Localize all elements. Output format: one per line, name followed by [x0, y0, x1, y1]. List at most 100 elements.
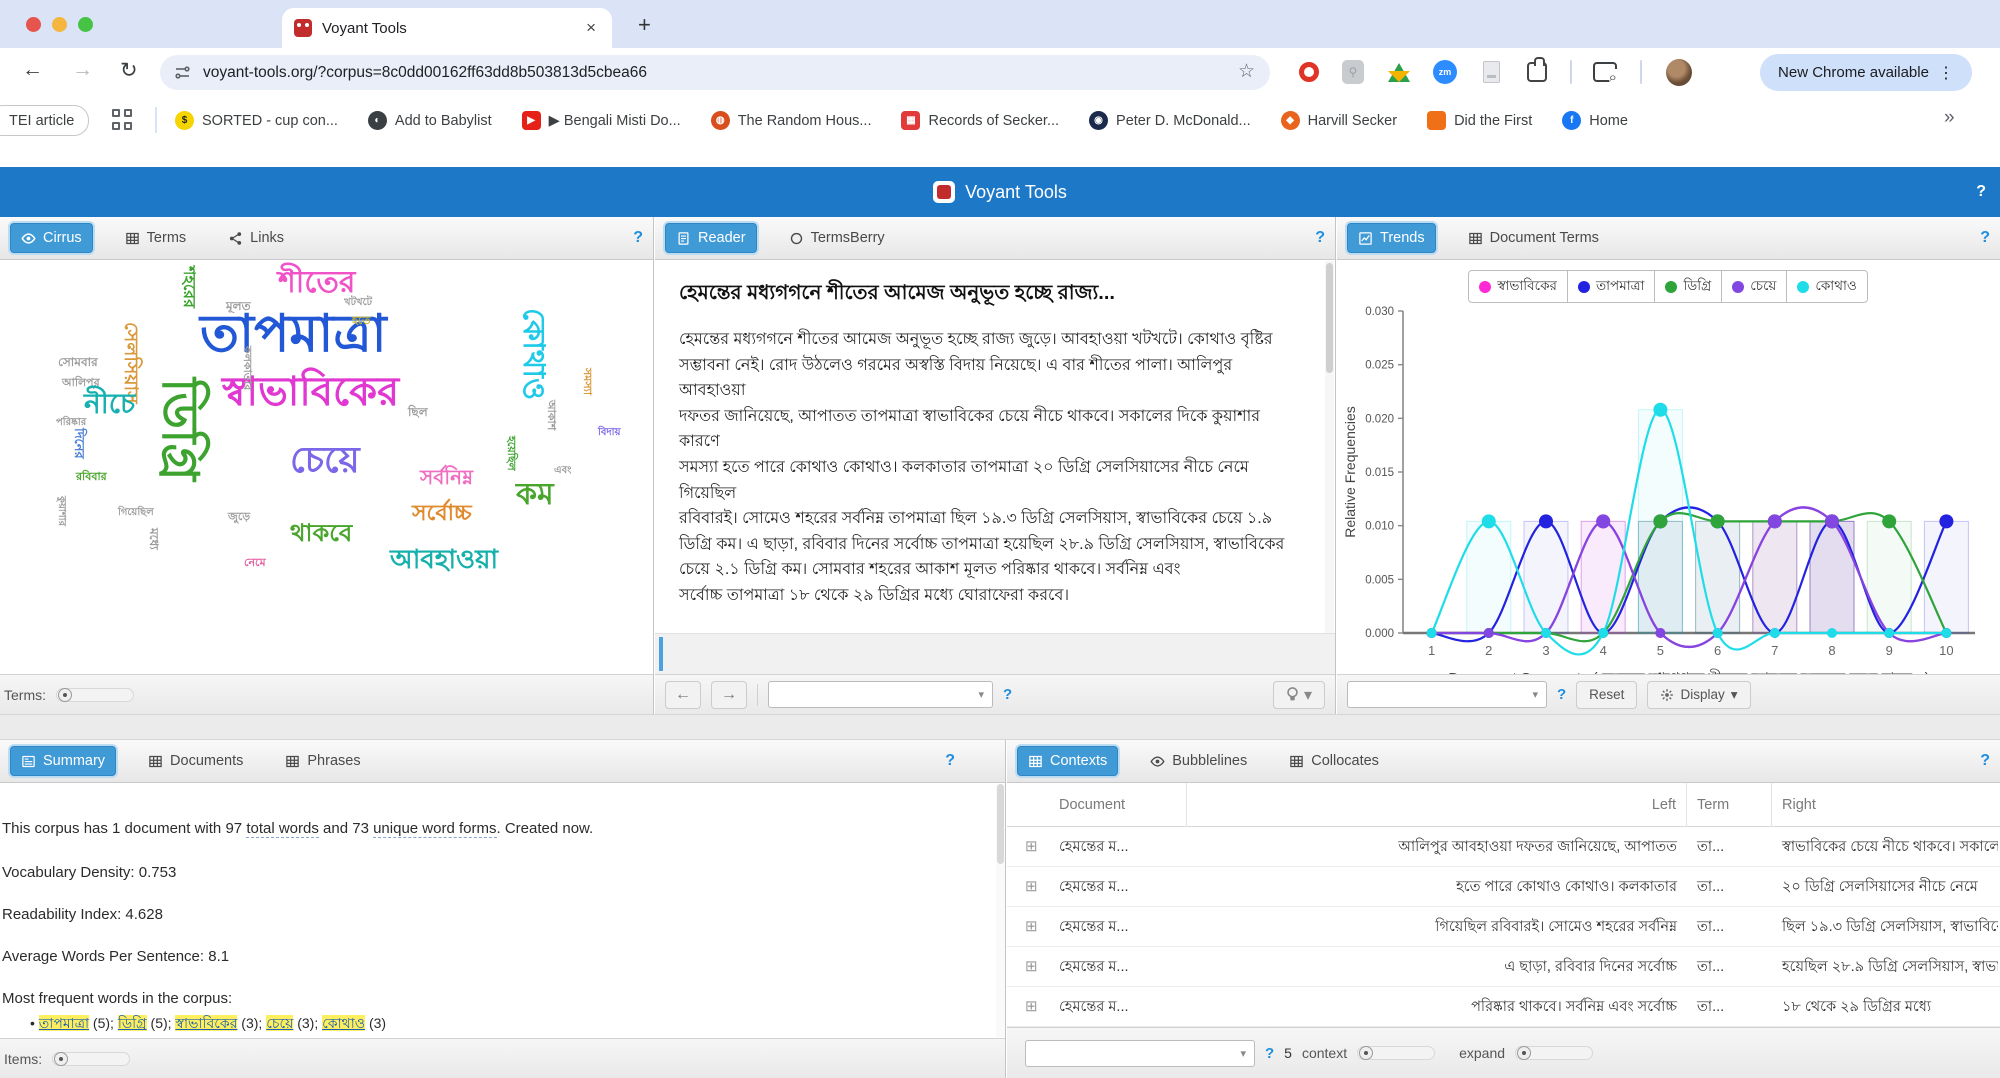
next-document-button[interactable]: →	[711, 681, 747, 709]
bookmark-item[interactable]: ▶▶ Bengali Misti Do...	[522, 111, 681, 130]
terms-slider[interactable]	[56, 688, 134, 702]
reload-icon[interactable]: ↻	[120, 58, 138, 83]
legend-item[interactable]: তাপমাত্রা	[1567, 270, 1655, 303]
profile-avatar[interactable]	[1666, 59, 1692, 85]
bookmark-tei-article[interactable]: TEI article	[0, 105, 89, 136]
frequent-word-link[interactable]: স্বাভাবিকের	[175, 1015, 237, 1031]
cloud-word[interactable]: খটখটে	[344, 298, 372, 308]
reset-button[interactable]: Reset	[1576, 681, 1637, 709]
legend-item[interactable]: স্বাভাবিকের	[1468, 270, 1568, 303]
tab-documents[interactable]: Documents	[138, 747, 253, 775]
tab-phrases[interactable]: Phrases	[275, 747, 370, 775]
cloud-word[interactable]: গিয়েছিল	[118, 508, 154, 518]
legend-item[interactable]: চেয়ে	[1721, 270, 1787, 303]
tab-bubblelines[interactable]: Bubblelines	[1140, 747, 1257, 775]
expand-row-icon[interactable]: ⊞	[1015, 947, 1045, 987]
cloud-word[interactable]: সর্বোচ্চ	[412, 502, 472, 524]
cloud-word[interactable]: ডিগ্রি	[155, 378, 205, 481]
context-slider[interactable]	[1357, 1046, 1435, 1060]
bookmark-item[interactable]: fHome	[1562, 111, 1628, 130]
reader-search-help-icon[interactable]: ?	[1003, 686, 1012, 703]
trends-search-help-icon[interactable]: ?	[1557, 686, 1566, 703]
tab-document-terms[interactable]: Document Terms	[1458, 224, 1609, 252]
bookmark-item[interactable]: $SORTED - cup con...	[175, 111, 338, 130]
column-header-term[interactable]: Term	[1687, 783, 1772, 827]
back-icon[interactable]: ←	[22, 58, 43, 82]
cloud-word[interactable]: পরিষ্কার	[56, 418, 86, 428]
bookmark-item[interactable]: ◆Harvill Secker	[1281, 111, 1397, 130]
cloud-word[interactable]: বিদায়	[598, 428, 620, 438]
cloud-word[interactable]: কম	[516, 480, 554, 510]
cloud-word[interactable]: সোমবার	[58, 356, 98, 368]
legend-item[interactable]: কোথাও	[1786, 270, 1867, 303]
total-words-link[interactable]: total words	[246, 820, 319, 838]
tab-links[interactable]: Links	[218, 224, 294, 252]
expand-row-icon[interactable]: ⊞	[1015, 987, 1045, 1027]
reader-position-strip[interactable]	[655, 633, 1335, 674]
cloud-word[interactable]: আবহাওয়া	[390, 546, 498, 572]
window-minimize-button[interactable]	[52, 17, 67, 32]
reader-search-combo[interactable]: ▾	[768, 681, 993, 708]
table-row[interactable]: ⊞হেমন্তের ম...পরিষ্কার থাকবে। সর্বনিম্ন …	[1007, 987, 2000, 1027]
forward-icon[interactable]: →	[72, 58, 93, 82]
drive-extension-icon[interactable]	[1386, 59, 1412, 85]
expand-row-icon[interactable]: ⊞	[1015, 827, 1045, 867]
unique-forms-link[interactable]: unique word forms	[373, 820, 496, 838]
window-zoom-button[interactable]	[78, 17, 93, 32]
bookmark-item[interactable]: ◐Add to Babylist	[368, 111, 492, 130]
horizontal-splitter[interactable]	[0, 714, 2000, 740]
cloud-word[interactable]: নেমে	[244, 558, 266, 569]
expand-slider[interactable]	[1515, 1046, 1593, 1060]
cloud-word[interactable]: শীতের	[278, 268, 355, 298]
header-help-icon[interactable]: ?	[1976, 183, 1986, 201]
cloud-word[interactable]: কুয়াশার	[56, 496, 66, 526]
cloud-word[interactable]: দিনের	[73, 428, 86, 459]
reader-scrollbar[interactable]	[1325, 261, 1334, 633]
contexts-search-help-icon[interactable]: ?	[1265, 1045, 1274, 1062]
frequent-word-link[interactable]: কোথাও	[322, 1015, 365, 1031]
cloud-word[interactable]: কলকাতার	[241, 346, 252, 390]
column-header-right[interactable]: Right	[1772, 783, 1998, 827]
bookmarks-overflow-icon[interactable]: »	[1944, 107, 1955, 129]
summary-help-icon[interactable]: ?	[945, 752, 955, 770]
trends-help-icon[interactable]: ?	[1980, 229, 1990, 247]
expand-row-icon[interactable]: ⊞	[1015, 867, 1045, 907]
summary-scrollbar[interactable]	[996, 784, 1005, 1037]
column-header-left[interactable]: Left	[1187, 783, 1687, 827]
bookmark-item[interactable]: Did the First	[1427, 111, 1532, 130]
tab-reader[interactable]: Reader	[665, 223, 757, 253]
chrome-menu-icon[interactable]: ⋮	[1938, 63, 1954, 83]
cloud-word[interactable]: শহরের	[180, 266, 196, 308]
site-controls-icon[interactable]	[174, 64, 191, 81]
extensions-puzzle-icon[interactable]	[1524, 59, 1550, 85]
bookmark-star-icon[interactable]: ☆	[1238, 60, 1255, 83]
tab-termsberry[interactable]: TermsBerry	[779, 224, 895, 252]
cloud-word[interactable]: নীচে	[84, 390, 135, 418]
tab-collocates[interactable]: Collocates	[1279, 747, 1389, 775]
trends-search-combo[interactable]: ▾	[1347, 681, 1547, 708]
items-slider[interactable]	[52, 1052, 130, 1066]
display-button[interactable]: Display ▾	[1647, 681, 1750, 709]
bookmark-item[interactable]: ◍The Random Hous...	[711, 111, 872, 130]
table-row[interactable]: ⊞হেমন্তের ম...এ ছাড়া, রবিবার দিনের সর্ব…	[1007, 947, 2000, 987]
cloud-word[interactable]: রবিবার	[76, 472, 107, 483]
tab-summary[interactable]: Summary	[10, 746, 116, 776]
legend-item[interactable]: ডিগ্রি	[1654, 270, 1722, 303]
new-tab-button[interactable]: +	[638, 12, 651, 38]
apps-grid-icon[interactable]	[112, 109, 134, 131]
cloud-word[interactable]: হতে	[352, 316, 370, 327]
column-header-document[interactable]: Document	[1049, 783, 1187, 827]
cirrus-help-icon[interactable]: ?	[633, 229, 643, 247]
tab-contexts[interactable]: Contexts	[1017, 746, 1118, 776]
browser-tab[interactable]: Voyant Tools ×	[282, 8, 612, 48]
table-row[interactable]: ⊞হেমন্তের ম...গিয়েছিল রবিবারই। সোমেও শহ…	[1007, 907, 2000, 947]
tab-close-icon[interactable]: ×	[582, 18, 600, 38]
cloud-word[interactable]: ছিল	[408, 406, 428, 418]
cloud-word[interactable]: এবং	[554, 466, 571, 476]
url-bar[interactable]: voyant-tools.org/?corpus=8c0dd00162ff63d…	[160, 55, 1270, 90]
cloud-word[interactable]: চেয়ে	[290, 442, 360, 478]
zoom-extension-icon[interactable]: zm	[1432, 59, 1458, 85]
side-panel-icon[interactable]	[1592, 59, 1618, 85]
expand-row-icon[interactable]: ⊞	[1015, 907, 1045, 947]
cloud-word[interactable]: থাকবে	[290, 522, 352, 546]
